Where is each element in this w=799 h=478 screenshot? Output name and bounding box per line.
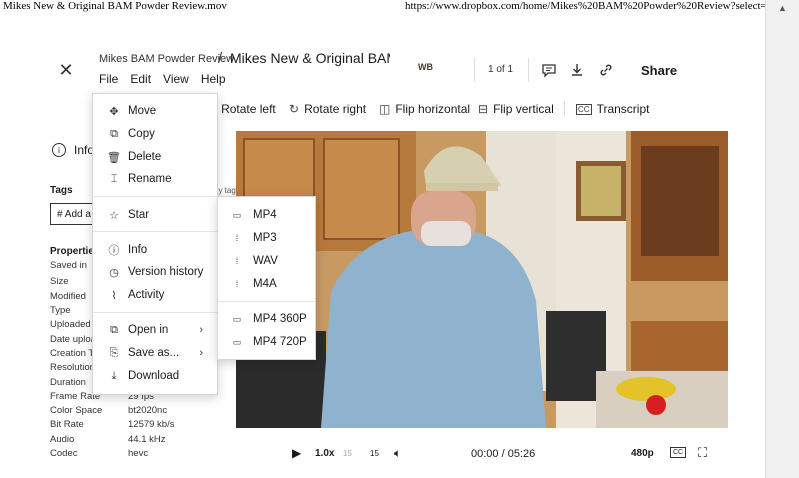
- save-as-mp4-720p[interactable]: ▭ MP4 720P: [218, 331, 315, 353]
- save-as-mp3[interactable]: ⁞ MP3: [218, 227, 315, 249]
- skip-forward-icon[interactable]: 15: [370, 449, 379, 458]
- comment-icon[interactable]: [541, 62, 557, 78]
- breadcrumb-folder[interactable]: Mikes BAM Powder Review: [99, 53, 234, 65]
- flip-horizontal-label: Flip horizontal: [395, 102, 471, 116]
- menu-view[interactable]: View: [163, 72, 189, 86]
- fullscreen-icon[interactable]: ⛶: [698, 445, 707, 461]
- open-in-icon: ⧉: [110, 323, 118, 336]
- scroll-up-icon[interactable]: ▲: [778, 3, 787, 13]
- quality-button[interactable]: 480p: [631, 448, 654, 459]
- menu-divider: [93, 231, 217, 232]
- transcript-label: Transcript: [596, 102, 650, 116]
- flip-horizontal-icon: ◫: [379, 102, 391, 116]
- menu-item-rename[interactable]: ⌶ Rename: [93, 168, 217, 190]
- move-icon: ✥: [109, 105, 119, 118]
- rotate-right-label: Rotate right: [304, 102, 367, 116]
- rotate-right-icon: ↻: [289, 102, 300, 116]
- transcript-button[interactable]: CC Transcript: [576, 102, 649, 116]
- save-as-m4a[interactable]: ⁞ M4A: [218, 273, 315, 295]
- file-menu: ✥ Move ⧉ Copy 🗑︎ Delete ⌶ Rename ☆ Star ⓘ Info…: [92, 93, 218, 395]
- flip-horizontal-button[interactable]: ◫ Flip horizontal: [379, 102, 470, 116]
- save-as-mp4[interactable]: ▭ MP4: [218, 204, 315, 226]
- save-as-wav[interactable]: ⁞ WAV: [218, 250, 315, 272]
- save-as-icon: ⎘: [109, 346, 119, 359]
- audio-icon: ⁞: [235, 279, 239, 289]
- copy-icon: ⧉: [110, 127, 118, 140]
- scrollbar[interactable]: ▲: [765, 0, 799, 478]
- url-text[interactable]: https://www.dropbox.com/home/Mikes%20BAM…: [405, 0, 765, 12]
- video-icon: ▭: [232, 313, 242, 324]
- save-as-submenu: ▭ MP4 ⁞ MP3 ⁞ WAV ⁞ M4A ▭ MP4 360P ▭ MP4 720P: [217, 196, 316, 360]
- menu-divider: [93, 312, 217, 313]
- menu-item-copy[interactable]: ⧉ Copy: [93, 123, 217, 145]
- share-button[interactable]: Share: [641, 63, 677, 78]
- window-title: Mikes New & Original BAM Powder Review.m…: [3, 0, 227, 12]
- menu-divider: [218, 301, 315, 302]
- flip-vertical-icon: ⊟: [478, 102, 489, 116]
- trash-icon: 🗑︎: [107, 151, 121, 164]
- play-icon[interactable]: ▶: [292, 446, 301, 460]
- menu-divider: [93, 196, 217, 197]
- tags-heading: Tags: [50, 185, 73, 196]
- star-icon: ☆: [109, 209, 119, 222]
- menu-help[interactable]: Help: [201, 72, 226, 86]
- menu-item-star[interactable]: ☆ Star: [93, 204, 217, 226]
- time-display: 00:00 / 05:26: [471, 448, 536, 460]
- menu-file[interactable]: File: [99, 72, 118, 86]
- page-title: Mikes New & Original BAM P: [230, 50, 390, 66]
- transcript-icon: CC: [576, 103, 592, 115]
- skip-back-icon[interactable]: 15: [343, 449, 352, 458]
- rotate-left-label: Rotate left: [221, 102, 276, 116]
- menu-edit[interactable]: Edit: [130, 72, 151, 86]
- video-icon: ▭: [232, 336, 242, 347]
- info-icon: i: [52, 143, 66, 157]
- menu-item-move[interactable]: ✥ Move: [93, 100, 217, 122]
- divider: [474, 58, 475, 82]
- video-icon: ▭: [232, 209, 242, 220]
- info-icon: ⓘ: [108, 245, 120, 257]
- divider: [564, 101, 565, 117]
- rename-icon: ⌶: [110, 172, 118, 185]
- audio-icon: ⁞: [235, 233, 239, 243]
- menu-item-download[interactable]: ⤓ Download: [93, 365, 217, 387]
- menu-item-info[interactable]: ⓘ Info: [93, 239, 217, 261]
- flip-vertical-button[interactable]: ⊟ Flip vertical: [478, 102, 554, 116]
- menu-item-activity[interactable]: ⌇ Activity: [93, 284, 217, 306]
- flip-vertical-label: Flip vertical: [493, 102, 554, 116]
- volume-icon[interactable]: 🔈︎: [394, 446, 401, 461]
- captions-button[interactable]: CC: [670, 447, 687, 458]
- menu-item-version-history[interactable]: ◷ Version history: [93, 261, 217, 283]
- divider: [528, 58, 529, 82]
- link-icon[interactable]: [598, 62, 614, 78]
- chevron-right-icon: ›: [199, 324, 203, 336]
- download-icon: ⤓: [111, 369, 117, 382]
- speed-button[interactable]: 1.0x: [315, 448, 334, 459]
- activity-icon: ⌇: [111, 289, 117, 302]
- menu-item-save-as[interactable]: ⎘ Save as... ›: [93, 342, 217, 364]
- audio-icon: ⁞: [235, 256, 239, 266]
- menu-item-open-in[interactable]: ⧉ Open in ›: [93, 319, 217, 341]
- breadcrumb-separator: /: [218, 50, 223, 67]
- download-icon[interactable]: [569, 62, 585, 78]
- info-tab[interactable]: i Info: [52, 143, 94, 157]
- save-as-mp4-360p[interactable]: ▭ MP4 360P: [218, 308, 315, 330]
- page-count: 1 of 1: [488, 64, 514, 75]
- window-titlebar: Mikes New & Original BAM Powder Review.m…: [0, 0, 765, 14]
- info-label: Info: [74, 143, 95, 157]
- rotate-right-button[interactable]: ↻ Rotate right: [289, 102, 366, 116]
- menu-item-delete[interactable]: 🗑︎ Delete: [93, 146, 217, 168]
- history-icon: ◷: [109, 266, 119, 279]
- chevron-right-icon: ›: [199, 347, 203, 359]
- avatar[interactable]: WB: [418, 62, 433, 72]
- player-controls: ▶ 1.0x 15 15 🔈︎ 00:00 / 05:26 480p CC ⛶: [236, 440, 728, 468]
- menubar: File Edit View Help: [99, 72, 226, 86]
- close-icon[interactable]: ✕: [56, 60, 76, 80]
